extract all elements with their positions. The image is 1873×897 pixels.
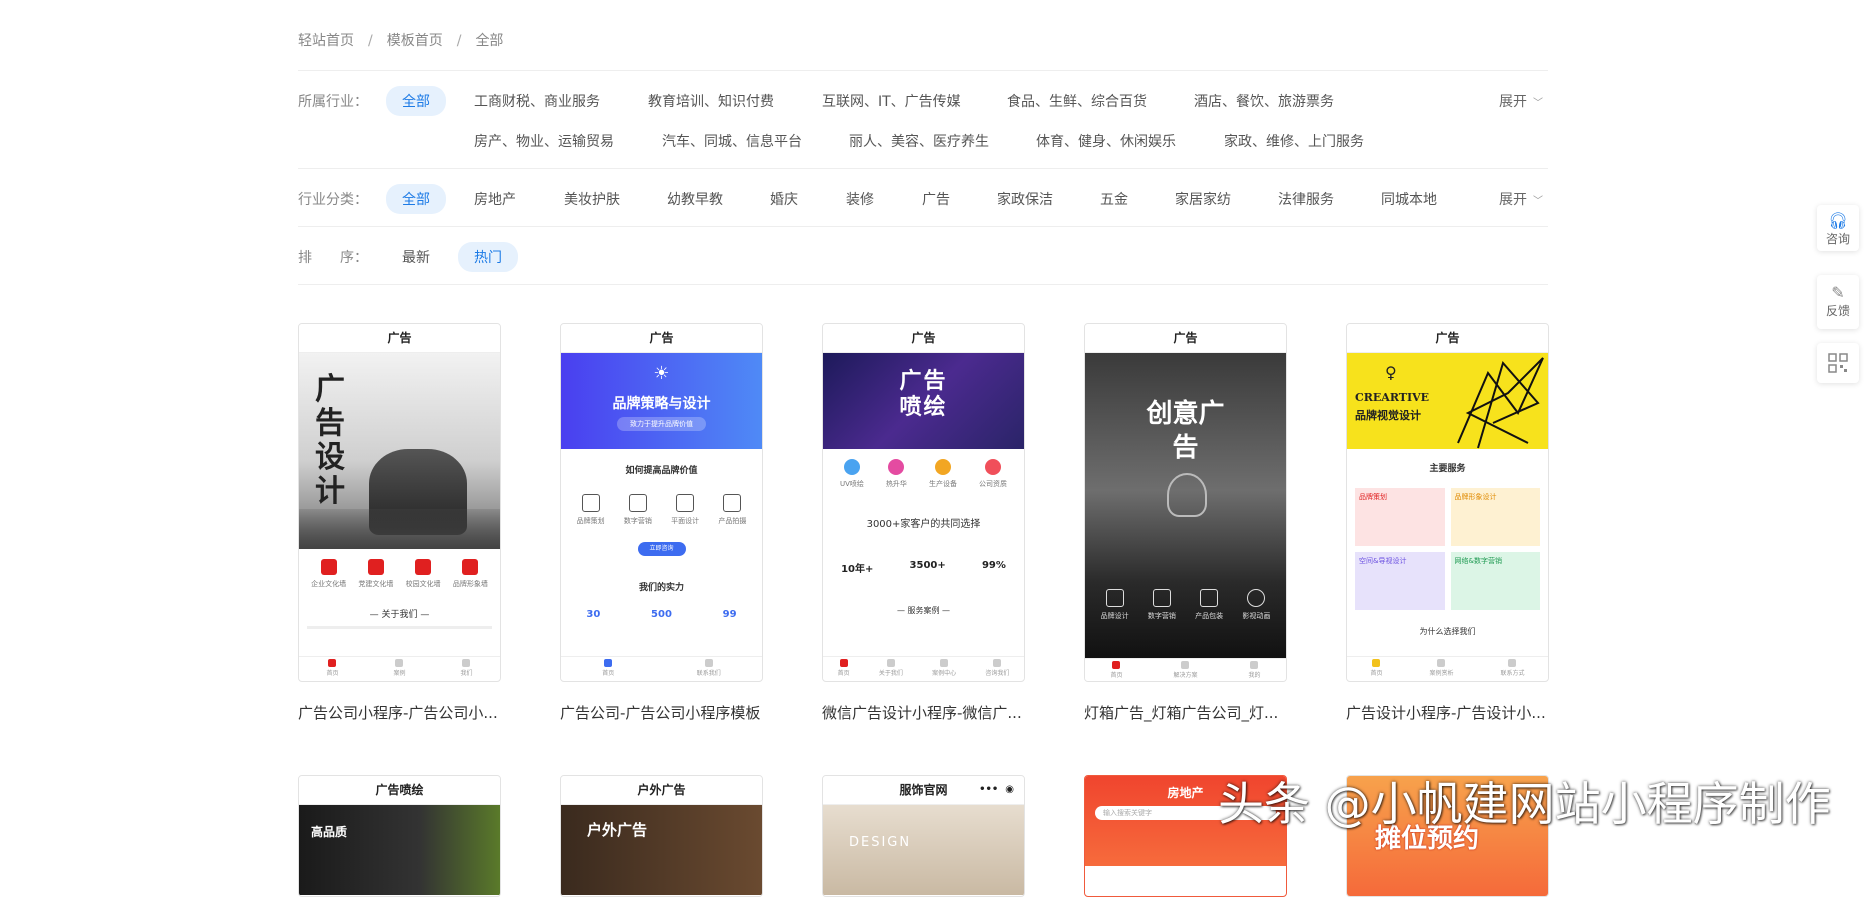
category-chip[interactable]: 房地产 — [474, 189, 516, 209]
bulb-icon: ☀ — [653, 363, 670, 384]
card-title[interactable]: 广告设计小程序-广告设计小... — [1346, 702, 1551, 723]
sort-label: 排 序： — [298, 250, 368, 266]
sort-latest[interactable]: 最新 — [402, 247, 430, 267]
card-head: 广告 — [299, 324, 500, 353]
template-card[interactable]: 广告 创意广告 品牌设计 数字营销 产品包装 影视动画 首页 解决方案 我的 — [1084, 323, 1287, 682]
geometric-lines-icon — [1457, 357, 1544, 449]
divider — [298, 226, 1548, 227]
pencil-icon: ✎ — [1831, 283, 1845, 302]
category-chip[interactable]: 法律服务 — [1278, 189, 1334, 209]
industry-chip[interactable]: 互联网、IT、广告传媒 — [822, 91, 961, 111]
template-card[interactable]: 户外广告 户外广告 — [560, 775, 763, 897]
side-consult[interactable]: 🎧︎ 咨询 — [1817, 205, 1859, 251]
banner-title: 品牌策略与设计 — [612, 396, 711, 412]
industry-label: 所属行业： — [298, 94, 368, 110]
side-feedback[interactable]: ✎ 反馈 — [1817, 275, 1859, 329]
industry-chip[interactable]: 酒店、餐饮、旅游票务 — [1194, 91, 1334, 111]
consult-button: 立即咨询 — [637, 542, 686, 556]
banner-title: 广告喷绘 — [899, 369, 948, 420]
category-chip[interactable]: 五金 — [1100, 189, 1128, 209]
card-body: 如何提高品牌价值 品牌策划 数字营销 平面设计 产品拍摄 立即咨询 我们的实力 … — [561, 449, 762, 679]
card-head: 广告 — [1347, 324, 1548, 353]
card-banner: 广告喷绘 — [823, 353, 1024, 449]
card-banner: 广告设计 — [299, 353, 500, 549]
card-title[interactable]: 灯箱广告_灯箱广告公司_灯... — [1084, 702, 1289, 723]
template-card[interactable]: 广告 广告设计 企业文化墙 党建文化墙 校园文化墙 品牌形象墙 — 关于我们 —… — [298, 323, 501, 682]
card-banner: ♀ CREARTIVE 品牌视觉设计 — [1347, 353, 1548, 449]
category-all-chip[interactable]: 全部 — [386, 184, 446, 214]
category-expand[interactable]: 展开 ﹀ — [1499, 189, 1543, 209]
category-chip[interactable]: 同城本地 — [1381, 189, 1437, 209]
industry-chip[interactable]: 丽人、美容、医疗养生 — [849, 131, 989, 151]
category-chip[interactable]: 婚庆 — [770, 189, 798, 209]
industry-chip[interactable]: 体育、健身、休闲娱乐 — [1036, 131, 1176, 151]
headset-icon: 🎧︎ — [1827, 211, 1849, 230]
template-card[interactable]: 广告喷绘 高品质 — [298, 775, 501, 897]
card-banner: 创意广告 品牌设计 数字营销 产品包装 影视动画 — [1085, 353, 1286, 659]
chevron-down-icon: ﹀ — [1533, 196, 1543, 207]
template-card[interactable]: 广告 ♀ CREARTIVE 品牌视觉设计 主要服务 品牌策划 品牌形象设计 空… — [1346, 323, 1549, 682]
category-chip[interactable]: 美妆护肤 — [564, 189, 620, 209]
chevron-down-icon: ﹀ — [1533, 98, 1543, 109]
breadcrumb-home[interactable]: 轻站首页 — [298, 33, 354, 49]
sort-hot[interactable]: 热门 — [458, 242, 518, 272]
side-qrcode[interactable] — [1817, 343, 1859, 383]
card-body: 主要服务 品牌策划 品牌形象设计 空间&导视设计 网络&数字营销 为什么选择我们… — [1347, 449, 1548, 679]
industry-chip[interactable]: 房产、物业、运输贸易 — [474, 131, 614, 151]
template-card[interactable]: 广告 ☀ 品牌策略与设计 致力于提升品牌价值 如何提高品牌价值 品牌策划 数字营… — [560, 323, 763, 682]
industry-chip[interactable]: 汽车、同城、信息平台 — [662, 131, 802, 151]
light-bulb-icon — [1167, 473, 1207, 517]
breadcrumb: 轻站首页 / 模板首页 / 全部 — [298, 33, 504, 49]
card-banner: ☀ 品牌策略与设计 致力于提升品牌价值 — [561, 353, 762, 449]
industry-chip[interactable]: 食品、生鲜、综合百货 — [1007, 91, 1147, 111]
card-body: 企业文化墙 党建文化墙 校园文化墙 品牌形象墙 — 关于我们 — 首页 案例 我们 — [299, 549, 500, 679]
card-title[interactable]: 广告公司-广告公司小程序模板 — [560, 702, 765, 723]
banner-title: CREARTIVE — [1355, 391, 1430, 404]
category-chip[interactable]: 家政保洁 — [997, 189, 1053, 209]
card-title[interactable]: 微信广告设计小程序-微信广... — [822, 702, 1027, 723]
template-card[interactable]: 广告 广告喷绘 UV喷绘 热升华 生产设备 公司资质 3000+家客户的共同选择… — [822, 323, 1025, 682]
bulb-icon: ♀ — [1385, 363, 1397, 382]
card-title[interactable]: 广告公司小程序-广告公司小... — [298, 702, 503, 723]
category-chip[interactable]: 广告 — [922, 189, 950, 209]
watermark: 头条 @小帆建网站小程序制作 — [1218, 777, 1831, 831]
divider — [298, 284, 1548, 285]
category-label: 行业分类： — [298, 192, 368, 208]
card-head: 广告 — [561, 324, 762, 353]
banner-title: 创意广告 — [1146, 399, 1225, 463]
industry-chip[interactable]: 教育培训、知识付费 — [648, 91, 774, 111]
more-icon[interactable]: ••• ◉ — [979, 776, 1014, 804]
banner-title: 广告设计 — [315, 372, 345, 509]
qr-code-icon — [1828, 353, 1848, 373]
divider — [298, 168, 1548, 169]
industry-chip[interactable]: 家政、维修、上门服务 — [1224, 131, 1364, 151]
category-chip[interactable]: 装修 — [846, 189, 874, 209]
industry-all-chip[interactable]: 全部 — [386, 86, 446, 116]
card-body: UV喷绘 热升华 生产设备 公司资质 3000+家客户的共同选择 10年+ 350… — [823, 449, 1024, 679]
card-head: 广告 — [823, 324, 1024, 353]
breadcrumb-templates[interactable]: 模板首页 — [387, 33, 443, 49]
card-head: 广告 — [1085, 324, 1286, 353]
breadcrumb-current: 全部 — [475, 33, 504, 49]
category-chip[interactable]: 家居家纺 — [1175, 189, 1231, 209]
category-chip[interactable]: 幼教早教 — [667, 189, 723, 209]
industry-chip[interactable]: 工商财税、商业服务 — [474, 91, 600, 111]
divider — [298, 70, 1548, 71]
template-card[interactable]: 服饰官网 ••• ◉ DESIGN — [822, 775, 1025, 897]
industry-expand[interactable]: 展开 ﹀ — [1499, 91, 1543, 111]
